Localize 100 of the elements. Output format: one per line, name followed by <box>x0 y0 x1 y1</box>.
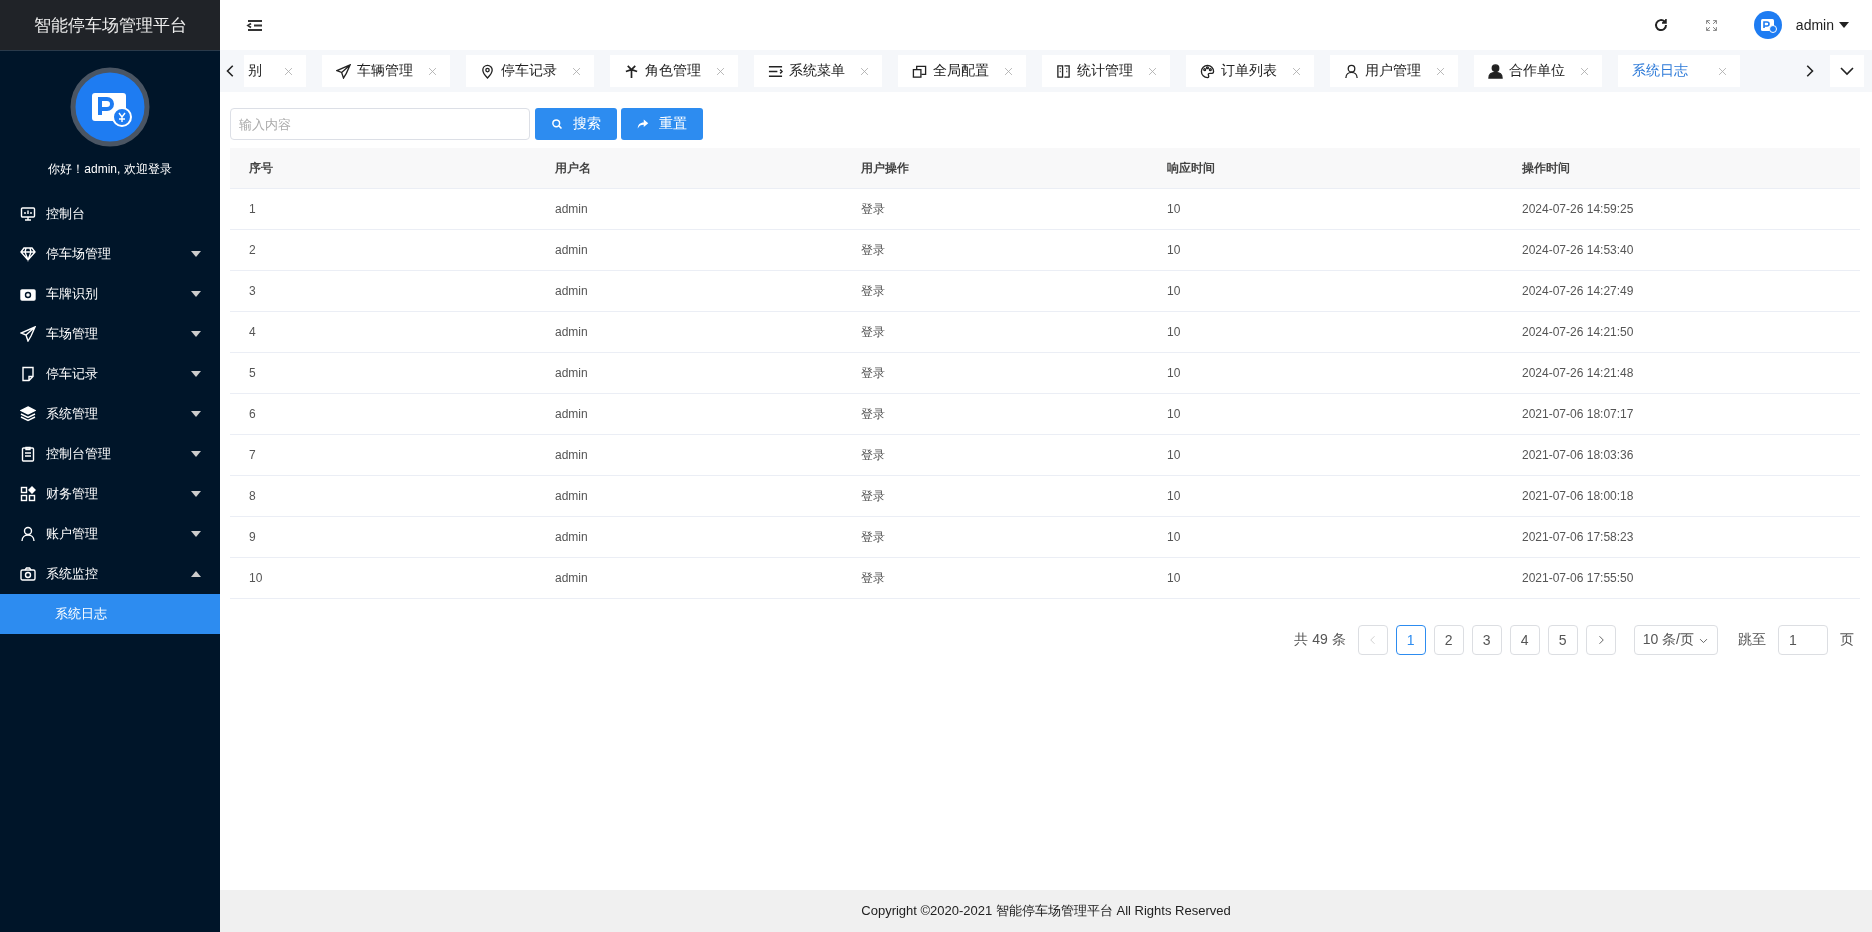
tab[interactable]: 全局配置 <box>898 55 1026 87</box>
column-header: 响应时间 <box>1148 148 1503 189</box>
page-jump-field[interactable]: 1 <box>1778 625 1828 655</box>
menu-item[interactable]: 账户管理 <box>0 514 220 554</box>
grid-icon <box>20 486 36 502</box>
menu-item[interactable]: 控制台 <box>0 194 220 234</box>
page-button[interactable]: 3 <box>1471 625 1502 655</box>
tab[interactable]: 合作单位 <box>1474 55 1602 87</box>
tab[interactable]: 停车记录 <box>466 55 594 87</box>
page-button[interactable]: 2 <box>1433 625 1464 655</box>
fullscreen-icon <box>1704 18 1718 32</box>
monitor-icon <box>20 206 36 222</box>
tab[interactable]: 订单列表 <box>1186 55 1314 87</box>
menu-item[interactable]: 财务管理 <box>0 474 220 514</box>
table-cell: admin <box>536 434 842 476</box>
table-cell: 登录 <box>842 270 1148 312</box>
search-icon <box>551 118 563 130</box>
tab[interactable]: 车辆管理 <box>322 55 450 87</box>
table-cell: admin <box>536 270 842 312</box>
table-cell: 2021-07-06 18:03:36 <box>1503 434 1860 476</box>
table-cell: 登录 <box>842 352 1148 394</box>
close-icon <box>1291 65 1302 77</box>
close-icon <box>1435 65 1446 77</box>
table-cell: 登录 <box>842 229 1148 271</box>
close-icon <box>427 65 438 77</box>
table-cell: 10 <box>1148 516 1503 558</box>
close-icon <box>1003 65 1014 77</box>
close-icon <box>715 65 726 77</box>
table-cell: admin <box>536 229 842 271</box>
menu-fold-icon <box>246 17 264 33</box>
user-avatar-icon <box>1753 11 1782 39</box>
clipboard-icon <box>20 446 36 462</box>
table-cell: 登录 <box>842 188 1148 230</box>
tab[interactable]: 别 <box>244 55 306 87</box>
note-icon <box>20 366 36 382</box>
table-cell: 2021-07-06 17:58:23 <box>1503 516 1860 558</box>
table-cell: admin <box>536 393 842 435</box>
table-cell: 2024-07-26 14:59:25 <box>1503 188 1860 230</box>
table-cell: 2 <box>230 229 536 271</box>
close-icon <box>1579 65 1590 77</box>
share-arrow-icon <box>637 118 649 130</box>
table-cell: 10 <box>1148 434 1503 476</box>
paper-plane-icon <box>20 326 36 342</box>
page-button[interactable]: 4 <box>1509 625 1540 655</box>
table-cell: 登录 <box>842 311 1148 353</box>
close-icon <box>571 65 582 77</box>
menu-item[interactable]: 停车记录 <box>0 354 220 394</box>
table-cell: 10 <box>1148 270 1503 312</box>
table-cell: 8 <box>230 475 536 517</box>
location-pin-icon <box>480 63 495 79</box>
column-header: 操作时间 <box>1503 148 1860 189</box>
menu-item[interactable]: 系统监控 <box>0 554 220 594</box>
jump-label: 跳至 <box>1738 631 1766 649</box>
camera-icon <box>20 286 36 302</box>
column-header: 序号 <box>230 148 536 189</box>
tab[interactable]: 统计管理 <box>1042 55 1170 87</box>
menu-item[interactable]: 系统管理 <box>0 394 220 434</box>
user-icon <box>1344 63 1359 79</box>
table-cell: 2024-07-26 14:21:50 <box>1503 311 1860 353</box>
table-cell: 2024-07-26 14:27:49 <box>1503 270 1860 312</box>
table-cell: 10 <box>1148 475 1503 517</box>
app-title: 智能停车场管理平台 <box>0 0 220 51</box>
table-cell: 10 <box>1148 188 1503 230</box>
page-size-select[interactable]: 10 条/页 <box>1633 625 1718 655</box>
table-cell: 10 <box>1148 229 1503 271</box>
user-menu[interactable]: admin <box>1795 17 1850 33</box>
table-cell: 9 <box>230 516 536 558</box>
table-cell: 7 <box>230 434 536 476</box>
menu-item[interactable]: 停车场管理 <box>0 234 220 274</box>
copyright-text: Copyright ©2020-2021 智能停车场管理平台 All Rights Reserved <box>861 902 1231 920</box>
table-cell: admin <box>536 311 842 353</box>
table-cell: admin <box>536 557 842 599</box>
table-cell: 10 <box>1148 311 1503 353</box>
tab[interactable]: 系统日志 <box>1618 55 1740 87</box>
tab[interactable]: 角色管理 <box>610 55 738 87</box>
greeting-text: 你好！admin, 欢迎登录 <box>47 161 173 178</box>
close-icon <box>1147 65 1158 77</box>
menu-item[interactable]: 控制台管理 <box>0 434 220 474</box>
page-unit-label: 页 <box>1840 631 1854 649</box>
menu-item[interactable]: 车牌识别 <box>0 274 220 314</box>
tabs-dropdown-button[interactable] <box>1830 55 1864 87</box>
table-cell: 登录 <box>842 393 1148 435</box>
table-cell: 6 <box>230 393 536 435</box>
total-count: 共 49 条 <box>1294 631 1346 649</box>
book-icon <box>1056 63 1071 79</box>
parking-logo-icon <box>70 67 150 147</box>
palette-icon <box>1200 63 1215 79</box>
camera-icon <box>20 566 36 582</box>
table-cell: 10 <box>1148 557 1503 599</box>
menu-item[interactable]: 车场管理 <box>0 314 220 354</box>
table-cell: admin <box>536 475 842 517</box>
search-field[interactable]: 输入内容 <box>230 108 530 140</box>
table-cell: 10 <box>230 557 536 599</box>
tab[interactable]: 系统菜单 <box>754 55 882 87</box>
page-button[interactable]: 5 <box>1547 625 1578 655</box>
close-icon <box>283 65 294 77</box>
table-cell: 2024-07-26 14:21:48 <box>1503 352 1860 394</box>
tab[interactable]: 用户管理 <box>1330 55 1458 87</box>
column-header: 用户操作 <box>842 148 1148 189</box>
close-icon <box>1717 65 1728 77</box>
